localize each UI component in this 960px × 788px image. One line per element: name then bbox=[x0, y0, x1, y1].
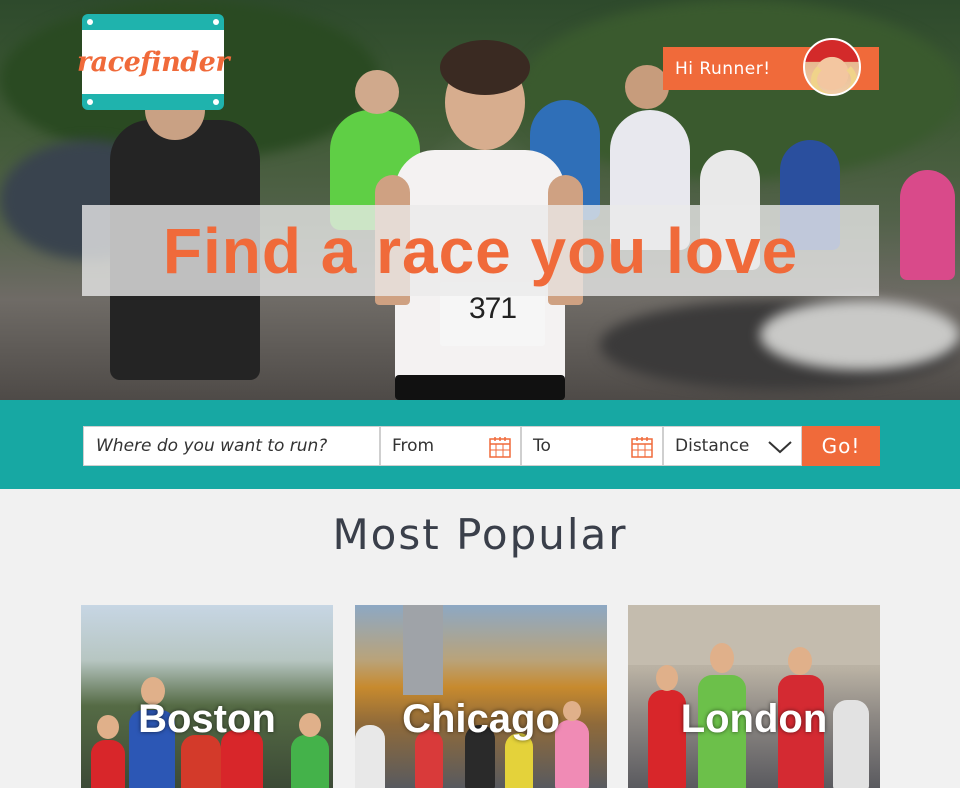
race-card-title: London bbox=[680, 697, 828, 741]
race-card-title: Boston bbox=[138, 697, 276, 741]
logo-dot-icon bbox=[87, 99, 93, 105]
logo-text: racefinder bbox=[76, 46, 230, 78]
avatar-hair bbox=[811, 60, 857, 94]
race-card-chicago[interactable]: Chicago bbox=[355, 605, 607, 788]
from-placeholder: From bbox=[392, 436, 435, 456]
go-button[interactable]: Go! bbox=[802, 426, 880, 466]
distance-label: Distance bbox=[675, 436, 750, 456]
greeting-label: Hi Runner! bbox=[675, 58, 771, 79]
logo-dot-icon bbox=[87, 19, 93, 25]
from-date-field[interactable]: From bbox=[380, 426, 521, 466]
calendar-icon[interactable] bbox=[489, 436, 511, 458]
logo-dot-icon bbox=[213, 99, 219, 105]
location-placeholder: Where do you want to run? bbox=[96, 436, 328, 456]
page-title: Find a race you love bbox=[162, 214, 799, 287]
avatar[interactable] bbox=[803, 38, 861, 96]
distance-select[interactable]: Distance bbox=[663, 426, 802, 466]
hero-banner: 371 racefinder Hi Runner! Find a race yo… bbox=[0, 0, 960, 400]
logo-dot-icon bbox=[213, 19, 219, 25]
race-card-london[interactable]: London bbox=[628, 605, 880, 788]
location-input[interactable]: Where do you want to run? bbox=[83, 426, 380, 466]
headline-band: Find a race you love bbox=[82, 205, 879, 296]
racefinder-logo[interactable]: racefinder bbox=[77, 14, 230, 110]
calendar-icon[interactable] bbox=[631, 436, 653, 458]
to-date-field[interactable]: To bbox=[521, 426, 663, 466]
race-card-title: Chicago bbox=[402, 697, 560, 741]
to-placeholder: To bbox=[533, 436, 551, 456]
section-title: Most Popular bbox=[332, 510, 628, 559]
race-card-boston[interactable]: Boston bbox=[81, 605, 333, 788]
chevron-down-icon bbox=[768, 441, 792, 454]
search-bar: Where do you want to run? From To Distan… bbox=[0, 400, 960, 489]
